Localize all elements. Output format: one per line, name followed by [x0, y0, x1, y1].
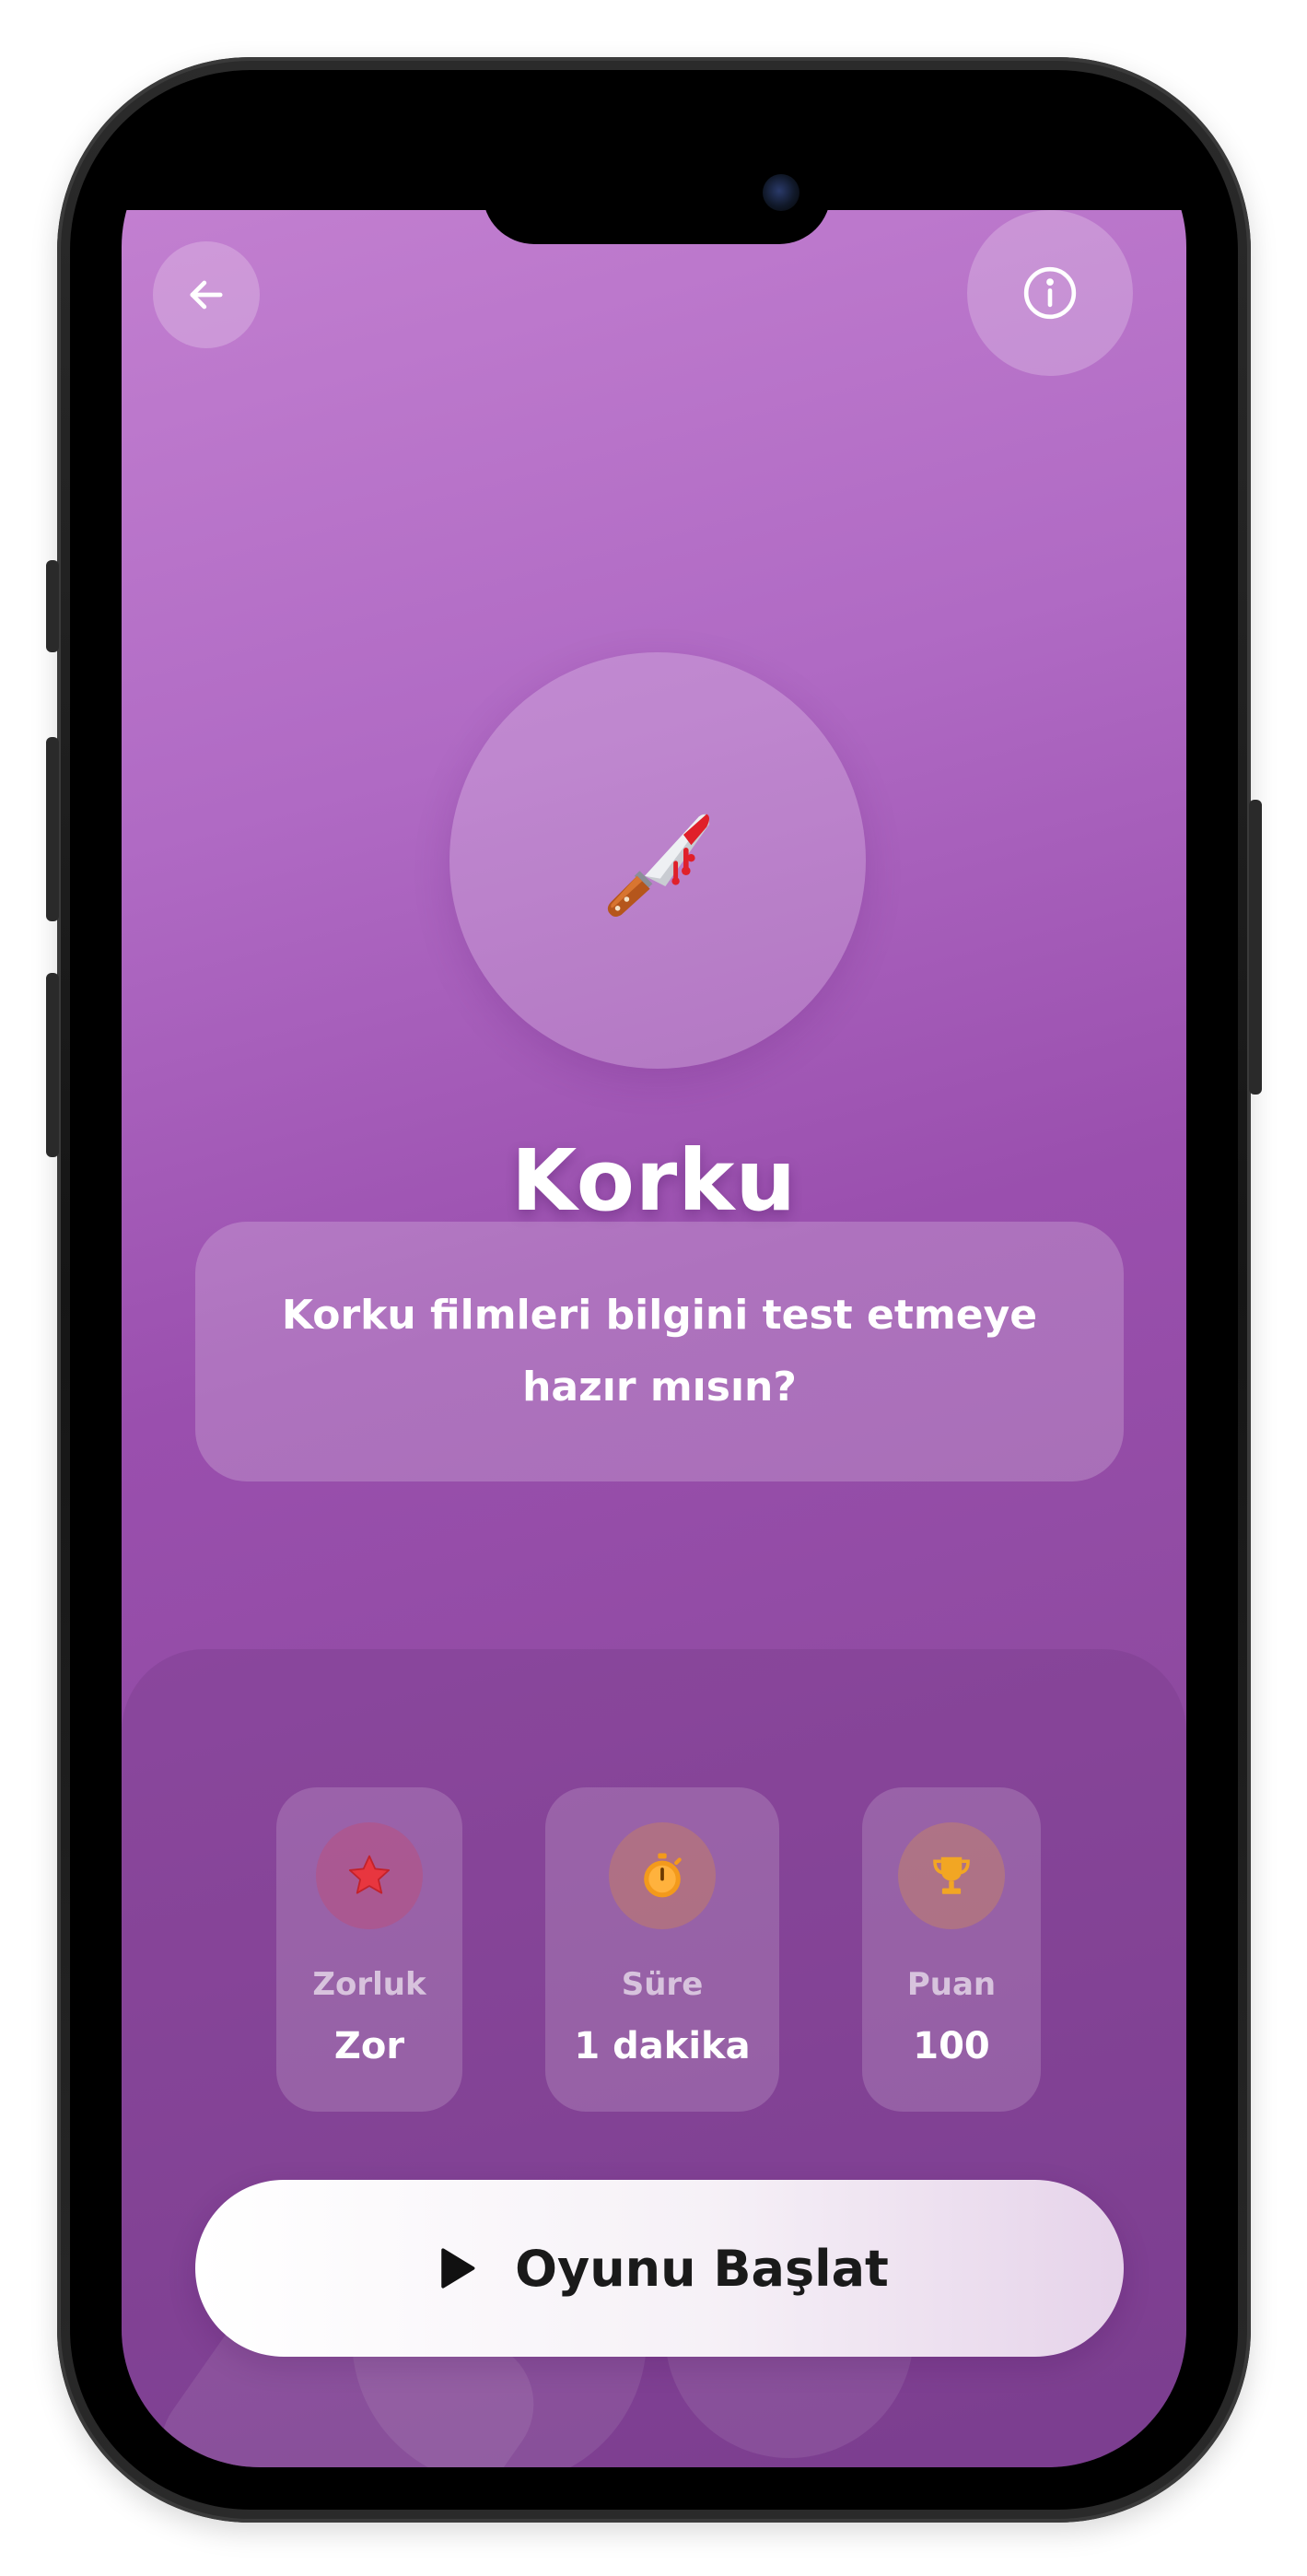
volume-up-button: [46, 737, 59, 921]
stat-points: Puan 100: [862, 1787, 1041, 2112]
front-camera: [763, 174, 799, 211]
arrow-left-icon: [190, 280, 223, 310]
stat-duration: Süre 1 dakika: [545, 1787, 779, 2112]
stat-points-icon-circle: [898, 1822, 1005, 1929]
stat-points-label: Puan: [906, 1966, 997, 2003]
category-detail-screen: Korku Korku filmleri bilgini test etmeye…: [122, 210, 1186, 2467]
bloody-knife-icon: [607, 814, 709, 918]
info-circle-icon: [1023, 266, 1077, 320]
back-button[interactable]: [153, 241, 260, 348]
dynamic-island: [483, 141, 831, 244]
info-button[interactable]: [967, 210, 1133, 376]
stopwatch-icon: [644, 1853, 682, 1898]
stat-duration-icon-circle: [609, 1822, 716, 1929]
play-icon: [441, 2248, 475, 2289]
start-game-button[interactable]: Oyunu Başlat: [195, 2180, 1124, 2357]
stat-difficulty-value: Zor: [333, 2025, 405, 2067]
stat-difficulty: Zorluk Zor: [276, 1787, 462, 2112]
trophy-icon: [933, 1856, 970, 1894]
power-button: [1249, 800, 1262, 1095]
volume-down-button: [46, 973, 59, 1157]
description-text: Korku filmleri bilgini test etmeye hazır…: [281, 1292, 1038, 1411]
star-icon: [348, 1855, 391, 1894]
category-icon-circle: [449, 652, 866, 1069]
description-card: Korku filmleri bilgini test etmeye hazır…: [195, 1222, 1124, 1481]
stat-difficulty-icon-circle: [316, 1822, 423, 1929]
category-title: Korku: [511, 1131, 797, 1230]
start-game-label: Oyunu Başlat: [515, 2239, 889, 2298]
silent-switch: [46, 560, 59, 652]
stat-duration-label: Süre: [621, 1966, 704, 2003]
stat-duration-value: 1 dakika: [574, 2025, 751, 2067]
stat-difficulty-label: Zorluk: [312, 1966, 426, 2003]
phone-screen: Korku Korku filmleri bilgini test etmeye…: [122, 109, 1186, 2467]
stat-points-value: 100: [913, 2025, 990, 2067]
